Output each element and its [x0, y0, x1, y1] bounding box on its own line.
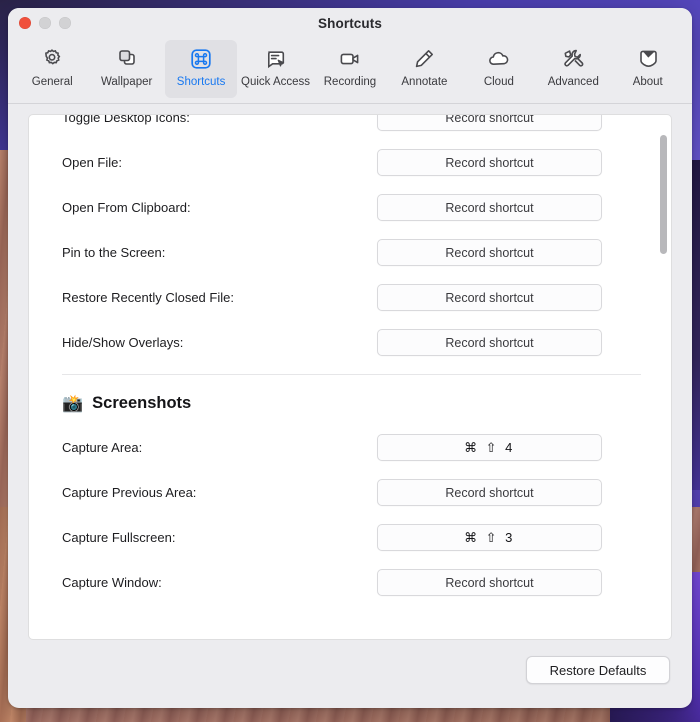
table-row: Restore Recently Closed File: Record sho… [29, 275, 655, 320]
record-shortcut-button[interactable]: Record shortcut [377, 149, 602, 176]
shortcuts-content-area: Toggle Desktop Icons: Record shortcut Op… [8, 104, 692, 640]
tab-cloud-label: Cloud [483, 76, 514, 88]
table-row: Capture Area: ⌘ ⇧ 4 [29, 425, 655, 470]
record-shortcut-button[interactable]: Record shortcut [377, 239, 602, 266]
pencil-icon [412, 46, 436, 72]
info-tag-icon [636, 46, 660, 72]
layers-icon [115, 46, 139, 72]
tab-quick-access-label: Quick Access [241, 76, 311, 88]
shortcuts-list: Toggle Desktop Icons: Record shortcut Op… [29, 114, 671, 605]
table-row: Capture Fullscreen: ⌘ ⇧ 3 [29, 515, 655, 560]
record-shortcut-button[interactable]: Record shortcut [377, 569, 602, 596]
tab-wallpaper[interactable]: Wallpaper [90, 40, 162, 98]
shortcut-label: Pin to the Screen: [62, 245, 166, 260]
tools-icon [561, 46, 585, 72]
tab-general-label: General [31, 76, 73, 88]
record-shortcut-button[interactable]: Record shortcut [377, 194, 602, 221]
table-row: Open From Clipboard: Record shortcut [29, 185, 655, 230]
tab-recording-label: Recording [323, 76, 377, 88]
table-row: Open File: Record shortcut [29, 140, 655, 185]
table-row: Hide/Show Overlays: Record shortcut [29, 320, 655, 365]
record-shortcut-button[interactable]: Record shortcut [377, 329, 602, 356]
record-shortcut-button[interactable]: ⌘ ⇧ 4 [377, 434, 602, 461]
tab-about-label: About [632, 76, 663, 88]
tab-wallpaper-label: Wallpaper [100, 76, 153, 88]
window-footer: Restore Defaults [8, 640, 692, 708]
section-divider [62, 374, 641, 375]
window-titlebar: Shortcuts [8, 8, 692, 38]
section-title: Screenshots [92, 394, 192, 412]
tab-annotate[interactable]: Annotate [388, 40, 460, 98]
shortcut-label: Open File: [62, 155, 122, 170]
command-key-icon [189, 46, 213, 72]
shortcuts-preferences-window: Shortcuts General Wallpaper Shortcuts Qu… [8, 8, 692, 708]
video-camera-icon [338, 46, 362, 72]
tab-advanced-label: Advanced [547, 76, 599, 88]
shortcut-label: Capture Fullscreen: [62, 530, 176, 545]
record-shortcut-button[interactable]: Record shortcut [377, 115, 602, 131]
restore-defaults-button[interactable]: Restore Defaults [526, 656, 670, 684]
table-row: Capture Window: Record shortcut [29, 560, 655, 605]
record-shortcut-button[interactable]: Record shortcut [377, 479, 602, 506]
close-window-button[interactable] [19, 17, 31, 29]
table-row: Capture Previous Area: Record shortcut [29, 470, 655, 515]
vertical-scrollbar[interactable] [659, 117, 668, 637]
table-row: Pin to the Screen: Record shortcut [29, 230, 655, 275]
shortcut-label: Toggle Desktop Icons: [62, 114, 190, 125]
tab-about[interactable]: About [612, 40, 684, 98]
quick-access-icon [264, 46, 288, 72]
shortcut-label: Capture Previous Area: [62, 485, 197, 500]
window-title: Shortcuts [318, 15, 382, 31]
preferences-toolbar: General Wallpaper Shortcuts Quick Access… [8, 38, 692, 104]
scrollbar-thumb[interactable] [660, 135, 667, 254]
shortcut-label: Hide/Show Overlays: [62, 335, 184, 350]
shortcut-label: Open From Clipboard: [62, 200, 191, 215]
record-shortcut-button[interactable]: Record shortcut [377, 284, 602, 311]
tab-annotate-label: Annotate [401, 76, 448, 88]
camera-with-flash-icon: 📸 [62, 394, 84, 413]
tab-advanced[interactable]: Advanced [537, 40, 609, 98]
minimize-window-button[interactable] [39, 17, 51, 29]
gear-icon [40, 46, 64, 72]
tab-shortcuts-label: Shortcuts [176, 76, 226, 88]
tab-quick-access[interactable]: Quick Access [239, 40, 311, 98]
tab-recording[interactable]: Recording [314, 40, 386, 98]
maximize-window-button[interactable] [59, 17, 71, 29]
shortcut-label: Restore Recently Closed File: [62, 290, 234, 305]
shortcuts-scroll-panel: Toggle Desktop Icons: Record shortcut Op… [28, 114, 672, 640]
table-row: Toggle Desktop Icons: Record shortcut [29, 114, 655, 140]
tab-shortcuts[interactable]: Shortcuts [164, 40, 238, 98]
shortcut-label: Capture Window: [62, 575, 162, 590]
cloud-icon [487, 46, 511, 72]
record-shortcut-button[interactable]: ⌘ ⇧ 3 [377, 524, 602, 551]
tab-general[interactable]: General [16, 40, 88, 98]
shortcut-label: Capture Area: [62, 440, 143, 455]
window-controls [19, 17, 71, 29]
section-header-screenshots: 📸 Screenshots [29, 384, 655, 425]
tab-cloud[interactable]: Cloud [463, 40, 535, 98]
